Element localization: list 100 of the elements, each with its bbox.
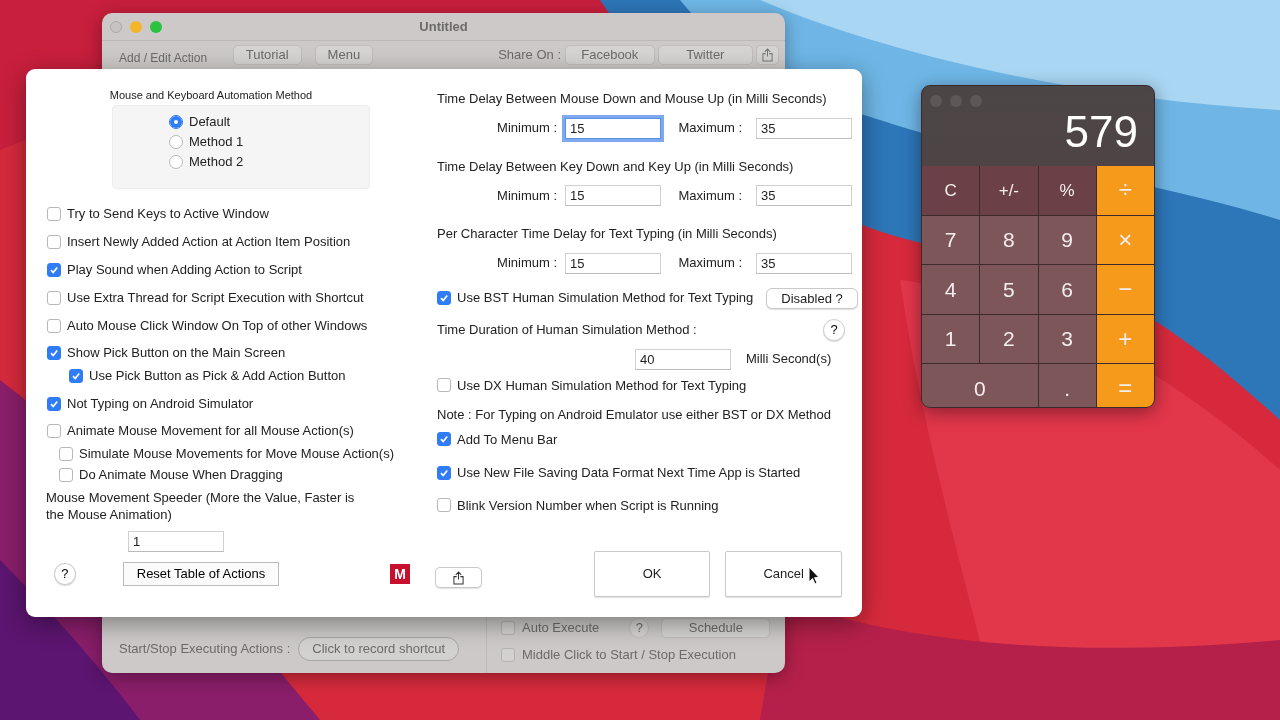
app-logo: M [390, 564, 410, 584]
checkbox-label: Use New File Saving Data Format Next Time App is Started [457, 464, 801, 482]
share-label: Share On : [498, 45, 561, 64]
minimize-window-button[interactable] [130, 20, 142, 33]
calculator-key[interactable]: C [922, 166, 980, 215]
minimum-field[interactable]: 15 [565, 252, 661, 274]
close-window-button[interactable] [110, 20, 122, 33]
calculator-key[interactable]: 4 [922, 265, 980, 314]
radio-label: Method 1 [189, 132, 244, 151]
share-button[interactable] [756, 44, 779, 65]
checkbox[interactable] [47, 290, 61, 305]
field-label: Maximum : [677, 119, 742, 138]
checkmark-icon [71, 371, 81, 381]
duration-field[interactable]: 40 [635, 348, 731, 370]
calculator-key[interactable]: 0 [922, 364, 1038, 407]
checkmark-icon [49, 398, 59, 409]
checkbox-label: Show Pick Button on the Main Screen [67, 343, 286, 362]
share-button[interactable]: Twitter [657, 44, 753, 65]
calculator-key[interactable]: 1 [922, 314, 980, 363]
share-icon [762, 48, 773, 63]
maximum-field[interactable]: 35 [756, 117, 852, 139]
record-shortcut-button[interactable]: Click to record shortcut [298, 637, 460, 661]
help-button[interactable]: ? [629, 618, 650, 638]
checkbox-label: Use Pick Button as Pick & Add Action Button [89, 367, 346, 386]
checkbox[interactable] [47, 262, 61, 277]
checkbox[interactable] [437, 432, 451, 447]
checkbox-label: Blink Version Number when Script is Running [457, 496, 719, 515]
radio-label: Method 2 [189, 152, 244, 171]
checkbox[interactable] [59, 468, 73, 482]
reset-button[interactable]: Reset Table of Actions [122, 562, 280, 586]
checkbox-label: Use DX Human Simulation Method for Text Typing [457, 376, 747, 395]
checkmark-icon [439, 467, 449, 478]
checkbox[interactable] [69, 369, 83, 383]
checkbox[interactable] [437, 465, 451, 480]
toolbar-label: Add / Edit Action [119, 49, 209, 67]
checkbox-label: Do Animate Mouse When Dragging [79, 466, 283, 485]
toolbar-button[interactable]: Menu [314, 44, 374, 65]
window-title: Untitled [419, 17, 468, 36]
maximum-field[interactable]: 35 [756, 185, 852, 206]
calculator-key[interactable]: 3 [1038, 314, 1096, 363]
checkbox[interactable] [437, 498, 451, 513]
checkbox[interactable] [47, 318, 61, 333]
checkbox-label: Animate Mouse Movement for all Mouse Action(s) [67, 421, 354, 440]
field-label: Minimum : [496, 254, 557, 273]
calculator-key[interactable]: 2 [980, 314, 1038, 363]
mouse-pointer-icon [808, 566, 820, 585]
maximum-field[interactable]: 35 [756, 252, 852, 274]
calculator-key[interactable]: 5 [980, 265, 1038, 314]
shortcut-label: Start/Stop Executing Actions : [119, 639, 291, 658]
share-button[interactable]: Facebook [565, 44, 655, 65]
group-title: Mouse and Keyboard Automation Method [108, 88, 314, 103]
radio-button[interactable] [169, 114, 183, 129]
calculator-display: 579 [1064, 110, 1138, 154]
checkmark-icon [49, 264, 59, 275]
checkbox-label: Middle Click to Start / Stop Execution [522, 646, 736, 664]
share-icon [452, 571, 464, 586]
radio-label: Default [189, 112, 231, 131]
checkbox[interactable] [501, 647, 515, 662]
duration-label: Time Duration of Human Simulation Method : [437, 320, 697, 339]
help-button[interactable]: ? [54, 563, 76, 585]
unit-label: Milli Second(s) [746, 350, 832, 369]
calculator-key[interactable]: . [1038, 364, 1096, 407]
checkbox-label: Insert Newly Added Action at Action Item Position [67, 232, 351, 251]
speeder-label: Mouse Movement Speeder (More the Value, Faster is the Mouse Animation) [46, 488, 356, 523]
toolbar-button[interactable]: Tutorial [232, 44, 302, 65]
note-text: Note : For Typing on Android Emulator use either BST or DX Method [437, 406, 833, 424]
checkbox[interactable] [47, 396, 61, 411]
minimum-field[interactable]: 15 [565, 185, 661, 206]
checkmark-icon [439, 293, 449, 303]
checkbox[interactable] [437, 378, 451, 393]
checkbox[interactable] [47, 206, 61, 221]
checkbox[interactable] [437, 291, 451, 305]
checkbox-label: Play Sound when Adding Action to Script [67, 260, 302, 279]
zoom-window-button[interactable] [150, 20, 162, 33]
radio-button[interactable] [169, 134, 183, 149]
calculator-key[interactable]: +/- [980, 166, 1038, 215]
calculator-key[interactable]: 6 [1038, 265, 1096, 314]
ok-button[interactable]: OK [593, 551, 711, 597]
checkbox[interactable] [47, 423, 61, 438]
section-title: Time Delay Between Key Down and Key Up (in Milli Seconds) [437, 157, 795, 176]
cancel-button[interactable]: Cancel [725, 551, 842, 597]
calculator-key[interactable]: % [1038, 166, 1096, 215]
minimum-field[interactable]: 15 [565, 117, 661, 139]
radio-button[interactable] [169, 154, 183, 169]
calculator-key[interactable]: 8 [980, 215, 1038, 264]
checkbox[interactable] [47, 345, 61, 360]
field-label: Minimum : [496, 119, 557, 138]
checkbox[interactable] [501, 621, 515, 635]
speeder-field[interactable]: 1 [128, 530, 224, 552]
checkbox-label: Try to Send Keys to Active Window [67, 204, 269, 223]
checkmark-icon [49, 347, 59, 358]
checkbox-label: Simulate Mouse Movements for Move Mouse Action(s) [79, 445, 394, 464]
help-button[interactable]: ? [823, 318, 845, 341]
checkbox[interactable] [59, 447, 73, 461]
checkbox[interactable] [47, 234, 61, 249]
schedule-button[interactable]: Schedule [661, 618, 771, 638]
calculator-key[interactable]: 9 [1038, 215, 1096, 264]
share-button[interactable] [434, 566, 482, 588]
calculator-key[interactable]: 7 [922, 215, 980, 264]
checkbox-label: Add To Menu Bar [457, 430, 558, 449]
